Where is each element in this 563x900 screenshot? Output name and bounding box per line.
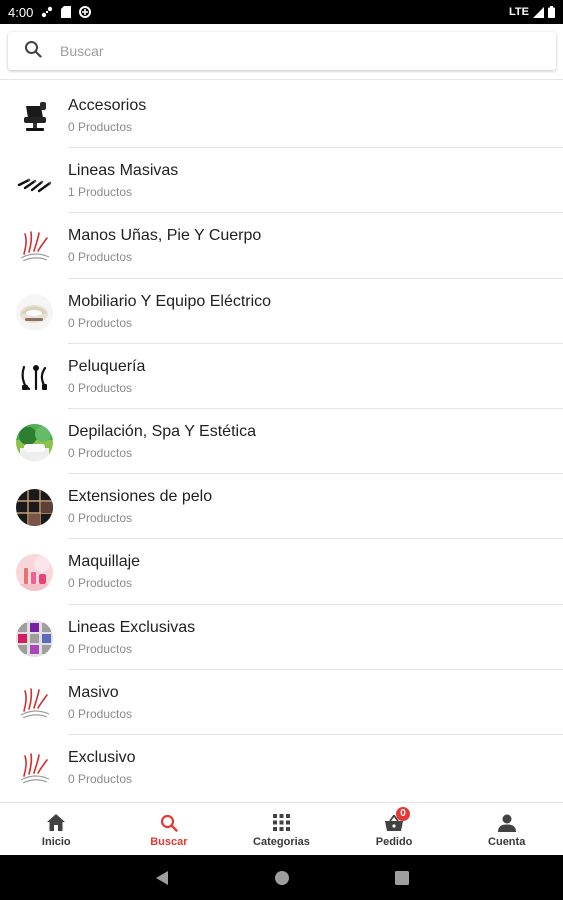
- category-text: Exclusivo 0 Productos: [68, 748, 136, 786]
- search-icon: [24, 40, 42, 63]
- nav-label: Buscar: [150, 835, 188, 848]
- category-text: Lineas Masivas 1 Productos: [68, 161, 178, 199]
- category-text: Mobiliario Y Equipo Eléctrico 0 Productos: [68, 292, 271, 330]
- category-text: Peluquería 0 Productos: [68, 357, 145, 395]
- nav-label: Inicio: [41, 835, 71, 848]
- category-name: Lineas Exclusivas: [68, 618, 196, 636]
- category-item[interactable]: Lineas Exclusivas 0 Productos: [0, 603, 563, 669]
- category-product-count: 0 Productos: [68, 250, 133, 265]
- category-item[interactable]: Manos Uñas, Pie Y Cuerpo 0 Productos: [0, 212, 563, 277]
- status-bar: 4:00 LTE: [0, 0, 563, 24]
- nav-item-pedido[interactable]: 0 Pedido: [338, 803, 451, 855]
- signal-icon: [533, 6, 544, 18]
- category-thumbnail: [16, 228, 53, 266]
- category-item[interactable]: Depilación, Spa Y Estética 0 Productos: [0, 407, 563, 473]
- category-product-count: 0 Productos: [68, 380, 133, 395]
- category-text: Accesorios 0 Productos: [68, 96, 146, 134]
- search-icon: [159, 813, 179, 833]
- cart-count-badge: 0: [396, 806, 411, 821]
- category-name: Manos Uñas, Pie Y Cuerpo: [68, 227, 262, 245]
- search-input[interactable]: [60, 43, 520, 59]
- category-item[interactable]: Accesorios 0 Productos: [0, 82, 563, 147]
- category-name: Accesorios: [68, 97, 147, 114]
- category-item[interactable]: Maquillaje 0 Productos: [0, 538, 563, 603]
- category-product-count: 0 Productos: [68, 315, 133, 330]
- category-product-count: 1 Productos: [68, 185, 133, 200]
- battery-icon: [548, 6, 555, 18]
- category-name: Masivo: [68, 683, 119, 701]
- basket-icon: 0: [384, 806, 411, 833]
- category-thumbnail: [16, 489, 53, 527]
- category-product-count: 0 Productos: [68, 706, 133, 721]
- category-product-count: 0 Productos: [68, 511, 133, 526]
- category-thumbnail: [16, 163, 53, 201]
- data-saver-icon: [79, 6, 92, 18]
- category-product-count: 0 Productos: [68, 641, 133, 656]
- category-text: Depilación, Spa Y Estética 0 Productos: [68, 422, 256, 460]
- category-thumbnail: [16, 749, 53, 787]
- nav-item-buscar[interactable]: Buscar: [113, 803, 226, 855]
- category-thumbnail: [16, 293, 53, 331]
- nav-item-categorias[interactable]: Categorias: [225, 803, 338, 855]
- square-icon: [394, 870, 409, 885]
- category-name: Peluquería: [68, 357, 146, 375]
- category-name: Mobiliario Y Equipo Eléctrico: [68, 292, 272, 310]
- category-product-count: 0 Productos: [68, 445, 133, 460]
- person-icon: [497, 813, 517, 833]
- category-item[interactable]: Masivo 0 Productos: [0, 668, 563, 734]
- nav-item-cuenta[interactable]: Cuenta: [450, 803, 563, 855]
- category-item[interactable]: Lineas Masivas 1 Productos: [0, 147, 563, 212]
- notification-icon: [41, 6, 53, 18]
- category-thumbnail: [16, 619, 53, 657]
- back-button[interactable]: [102, 870, 222, 886]
- category-name: Maquillaje: [68, 553, 141, 571]
- category-text: Extensiones de pelo 0 Productos: [68, 487, 212, 525]
- search-bar-container: [0, 24, 563, 80]
- bottom-navigation: Inicio Buscar Categorias 0 Pedido Cuenta: [0, 802, 563, 855]
- circle-icon: [274, 870, 289, 885]
- back-icon: [155, 870, 168, 885]
- sd-card-icon: [61, 6, 72, 18]
- category-name: Extensiones de pelo: [68, 488, 213, 506]
- system-navigation-bar: [0, 855, 563, 900]
- category-thumbnail: [16, 98, 53, 135]
- status-time: 4:00: [8, 4, 34, 20]
- category-item[interactable]: Exclusivo 0 Productos: [0, 733, 563, 799]
- nav-item-inicio[interactable]: Inicio: [0, 803, 113, 855]
- nav-label: Categorias: [253, 835, 310, 848]
- category-product-count: 0 Productos: [68, 576, 133, 591]
- nav-label: Cuenta: [488, 835, 526, 848]
- category-name: Exclusivo: [68, 748, 136, 766]
- category-thumbnail: [16, 358, 53, 396]
- category-name: Lineas Masivas: [68, 162, 179, 180]
- category-item[interactable]: Peluquería 0 Productos: [0, 342, 563, 408]
- category-text: Masivo 0 Productos: [68, 683, 132, 721]
- category-product-count: 0 Productos: [68, 771, 133, 786]
- category-text: Lineas Exclusivas 0 Productos: [68, 618, 195, 656]
- category-item[interactable]: Extensiones de pelo 0 Productos: [0, 473, 563, 538]
- category-thumbnail: [16, 554, 53, 592]
- network-type: LTE: [509, 6, 529, 18]
- category-thumbnail: [16, 684, 53, 722]
- category-text: Manos Uñas, Pie Y Cuerpo 0 Productos: [68, 226, 261, 264]
- category-name: Depilación, Spa Y Estética: [68, 422, 256, 440]
- grid-icon: [271, 813, 291, 833]
- category-text: Maquillaje 0 Productos: [68, 552, 140, 590]
- home-icon: [46, 813, 66, 833]
- category-list: Accesorios 0 Productos Lineas Masivas 1 Pro…: [0, 82, 563, 799]
- category-thumbnail: [16, 423, 53, 461]
- category-item[interactable]: Mobiliario Y Equipo Eléctrico 0 Productos: [0, 277, 563, 343]
- category-product-count: 0 Productos: [68, 120, 133, 134]
- home-button[interactable]: [222, 870, 342, 886]
- nav-label: Pedido: [375, 835, 413, 848]
- search-bar[interactable]: [8, 32, 556, 70]
- recents-button[interactable]: [342, 870, 462, 885]
